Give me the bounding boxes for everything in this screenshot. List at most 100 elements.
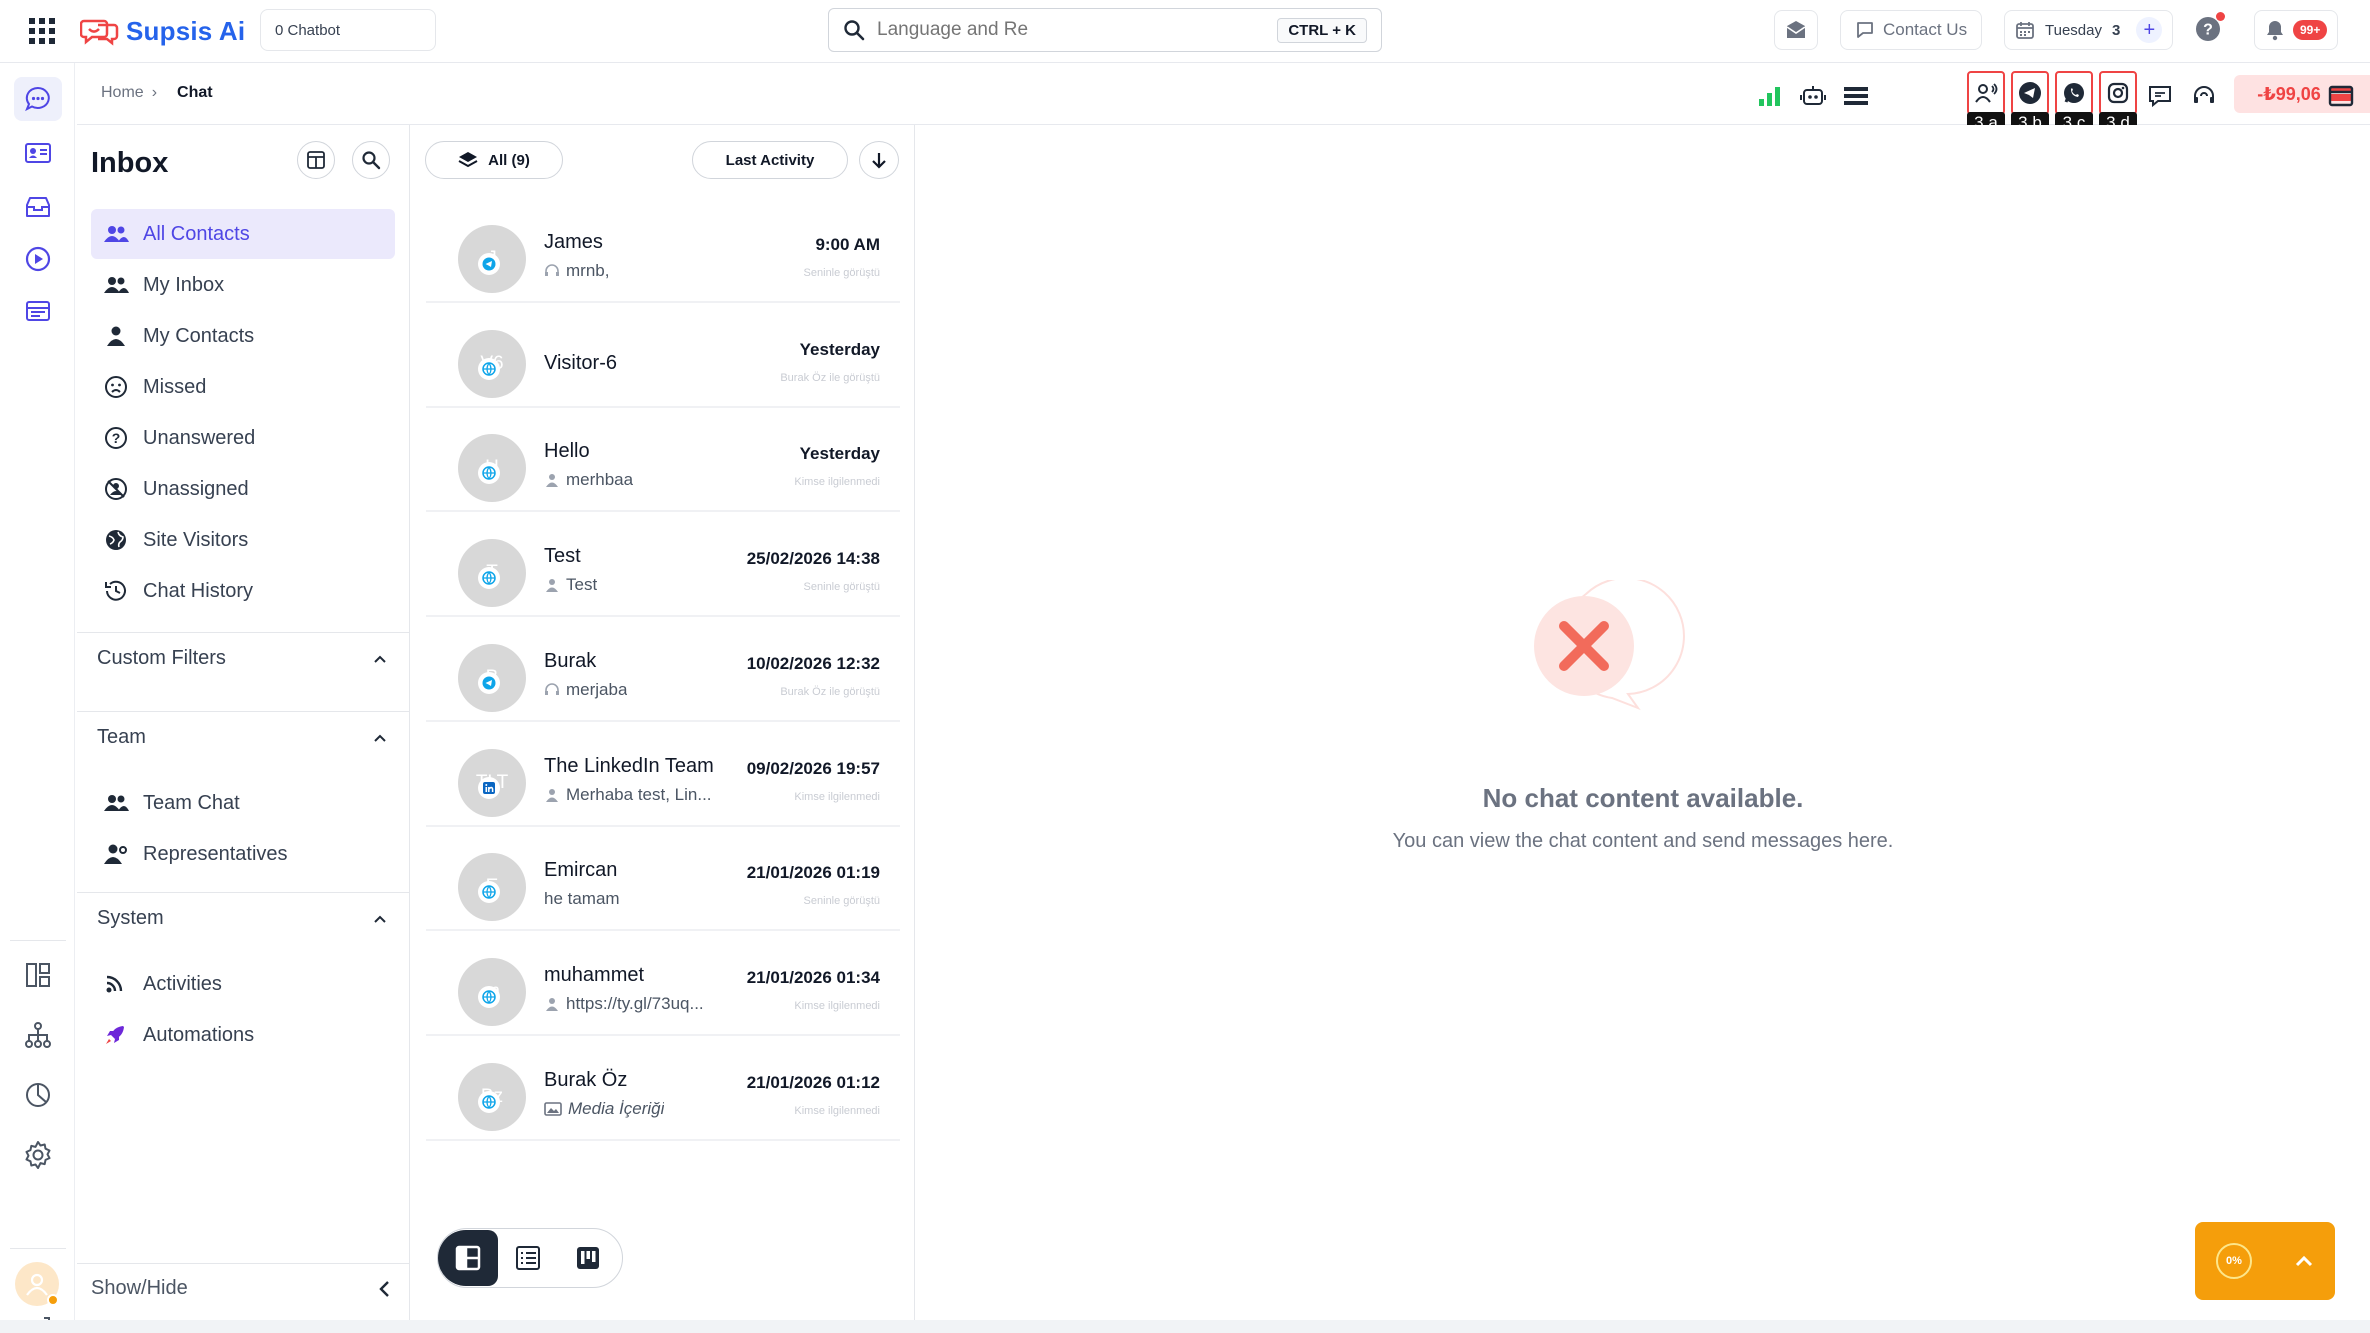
app-logo[interactable]: Supsis Ai bbox=[80, 12, 245, 50]
section-divider bbox=[77, 892, 410, 893]
last-message: merhbaa bbox=[544, 470, 633, 490]
nav-my-inbox[interactable]: My Inbox bbox=[91, 260, 395, 310]
sort-button[interactable]: Last Activity bbox=[692, 141, 848, 179]
rail-settings-button[interactable] bbox=[14, 1133, 62, 1177]
app-name: Supsis Ai bbox=[126, 15, 246, 46]
apps-grid-icon[interactable] bbox=[22, 14, 62, 48]
users-icon bbox=[104, 795, 129, 811]
inbox-layout-button[interactable] bbox=[297, 141, 335, 179]
date-widget[interactable]: Tuesday 3 + bbox=[2004, 10, 2174, 50]
chevron-up-icon bbox=[2295, 1255, 2313, 1267]
inbox-search-button[interactable] bbox=[352, 141, 390, 179]
whatsapp-channel-button[interactable] bbox=[2055, 71, 2093, 115]
help-notification-dot bbox=[2216, 12, 2225, 21]
conversation-row[interactable]: TLTThe LinkedIn TeamMerhaba test, Lin...… bbox=[426, 727, 900, 827]
team-header[interactable]: Team bbox=[97, 726, 387, 749]
date-day: 3 bbox=[2111, 21, 2121, 39]
show-hide-label: Show/Hide bbox=[91, 1277, 188, 1299]
help-button[interactable]: ? bbox=[2193, 12, 2225, 44]
window-toggle-icon[interactable] bbox=[2324, 79, 2358, 113]
section-divider bbox=[77, 711, 410, 712]
user-icon bbox=[544, 787, 560, 803]
user-avatar[interactable] bbox=[15, 1262, 59, 1306]
custom-filters-header[interactable]: Custom Filters bbox=[97, 647, 387, 670]
team-label: Team bbox=[97, 726, 146, 748]
nav-my-contacts[interactable]: My Contacts bbox=[91, 311, 395, 361]
view-list-button[interactable] bbox=[498, 1230, 558, 1286]
sms-icon[interactable] bbox=[2143, 79, 2177, 113]
nav-site-visitors[interactable]: Site Visitors bbox=[91, 515, 395, 565]
conversation-row[interactable]: BBurakmerjaba10/02/2026 12:32Burak Öz il… bbox=[426, 622, 900, 722]
chatbot-selector[interactable]: 0 Chatbot bbox=[260, 9, 436, 51]
chat-icon bbox=[25, 86, 50, 112]
onboarding-progress-button[interactable]: 0% bbox=[2195, 1222, 2335, 1300]
view-mode-toggle bbox=[437, 1228, 623, 1288]
nav-automations[interactable]: Automations bbox=[91, 1010, 395, 1060]
instagram-channel-button[interactable] bbox=[2099, 71, 2137, 115]
nav-activities[interactable]: Activities bbox=[91, 959, 395, 1009]
conversation-row[interactable]: JJamesmrnb,9:00 AMSeninle görüştü bbox=[426, 203, 900, 303]
conversation-row[interactable]: BzBurak ÖzMedia İçeriği21/01/2026 01:12K… bbox=[426, 1041, 900, 1141]
headset-icon[interactable] bbox=[2187, 79, 2221, 113]
system-header[interactable]: System bbox=[97, 907, 387, 930]
signal-strength-icon[interactable] bbox=[1753, 79, 1787, 113]
conversation-row[interactable]: HHellomerhbaaYesterdayKimse ilgilenmedi bbox=[426, 412, 900, 513]
last-message-text: https://ty.gl/73uq... bbox=[566, 993, 704, 1013]
notifications-button[interactable]: 99+ bbox=[2254, 10, 2339, 50]
rail-contacts-button[interactable] bbox=[14, 131, 62, 175]
inbox-mail-button[interactable] bbox=[1774, 10, 1818, 50]
breadcrumb-home[interactable]: Home bbox=[101, 84, 144, 102]
rail-layout-button[interactable] bbox=[14, 953, 62, 997]
telegram-icon bbox=[2019, 82, 2041, 104]
search-input[interactable] bbox=[877, 19, 1257, 41]
sort-direction-button[interactable] bbox=[859, 141, 899, 179]
user-icon bbox=[544, 577, 560, 593]
view-kanban-button[interactable] bbox=[558, 1230, 618, 1286]
rail-panel-button[interactable] bbox=[14, 289, 62, 333]
nav-missed[interactable]: Missed bbox=[91, 362, 395, 412]
nav-unassigned[interactable]: Unassigned bbox=[91, 464, 395, 514]
nav-label: My Contacts bbox=[143, 324, 255, 347]
add-event-button[interactable]: + bbox=[2136, 17, 2163, 43]
nav-representatives[interactable]: Representatives bbox=[91, 829, 395, 879]
inbox-sidebar: Inbox All Contacts My Inbox My Contacts … bbox=[77, 125, 410, 1320]
rail-archive-button[interactable] bbox=[14, 185, 62, 229]
show-hide-toggle[interactable]: Show/Hide bbox=[91, 1277, 391, 1300]
nav-chat-history[interactable]: Chat History bbox=[91, 566, 395, 616]
nav-team-chat[interactable]: Team Chat bbox=[91, 778, 395, 828]
conversation-status: Kimse ilgilenmedi bbox=[794, 999, 880, 1012]
conversation-row[interactable]: mmuhammethttps://ty.gl/73uq...21/01/2026… bbox=[426, 936, 900, 1036]
conversation-status: Seninle görüştü bbox=[803, 895, 880, 908]
conversation-row[interactable]: TTestTest25/02/2026 14:38Seninle görüştü bbox=[426, 517, 900, 618]
contact-name: Hello bbox=[544, 440, 590, 463]
global-search[interactable]: CTRL + K bbox=[828, 8, 1382, 52]
conversation-status: Kimse ilgilenmedi bbox=[794, 790, 880, 803]
filter-all-button[interactable]: All (9) bbox=[425, 141, 563, 179]
conversation-time: 21/01/2026 01:19 bbox=[746, 863, 880, 883]
rail-hierarchy-button[interactable] bbox=[14, 1013, 62, 1057]
conversation-status: Burak Öz ile görüştü bbox=[780, 371, 880, 384]
rail-play-button[interactable] bbox=[14, 237, 62, 281]
arrow-down-icon bbox=[872, 153, 886, 169]
conversation-time: 21/01/2026 01:12 bbox=[746, 1072, 880, 1092]
conversation-row[interactable]: V6Visitor-6YesterdayBurak Öz ile görüştü bbox=[426, 308, 900, 408]
rail-reports-button[interactable] bbox=[14, 1073, 62, 1117]
nav-all-contacts[interactable]: All Contacts bbox=[91, 209, 395, 259]
bot-icon[interactable] bbox=[1796, 79, 1830, 113]
nav-label: Automations bbox=[143, 1023, 255, 1046]
rail-chat-button[interactable] bbox=[14, 77, 62, 121]
user-icon bbox=[26, 1273, 48, 1296]
nav-label: Missed bbox=[143, 375, 207, 398]
filter-label: All (9) bbox=[488, 151, 530, 169]
contacts-channel-button[interactable] bbox=[1967, 71, 2005, 115]
last-message: Media İçeriği bbox=[544, 1099, 664, 1119]
conversation-status: Seninle görüştü bbox=[803, 581, 880, 594]
kanban-icon bbox=[577, 1247, 599, 1269]
telegram-channel-button[interactable] bbox=[2011, 71, 2049, 115]
nav-unanswered[interactable]: ? Unanswered bbox=[91, 413, 395, 463]
contact-us-button[interactable]: Contact Us bbox=[1840, 10, 1983, 50]
view-split-button[interactable] bbox=[438, 1230, 498, 1286]
list-icon[interactable] bbox=[1839, 79, 1873, 113]
rail-divider bbox=[10, 1248, 66, 1249]
conversation-row[interactable]: EEmircanhe tamam21/01/2026 01:19Seninle … bbox=[426, 831, 900, 932]
